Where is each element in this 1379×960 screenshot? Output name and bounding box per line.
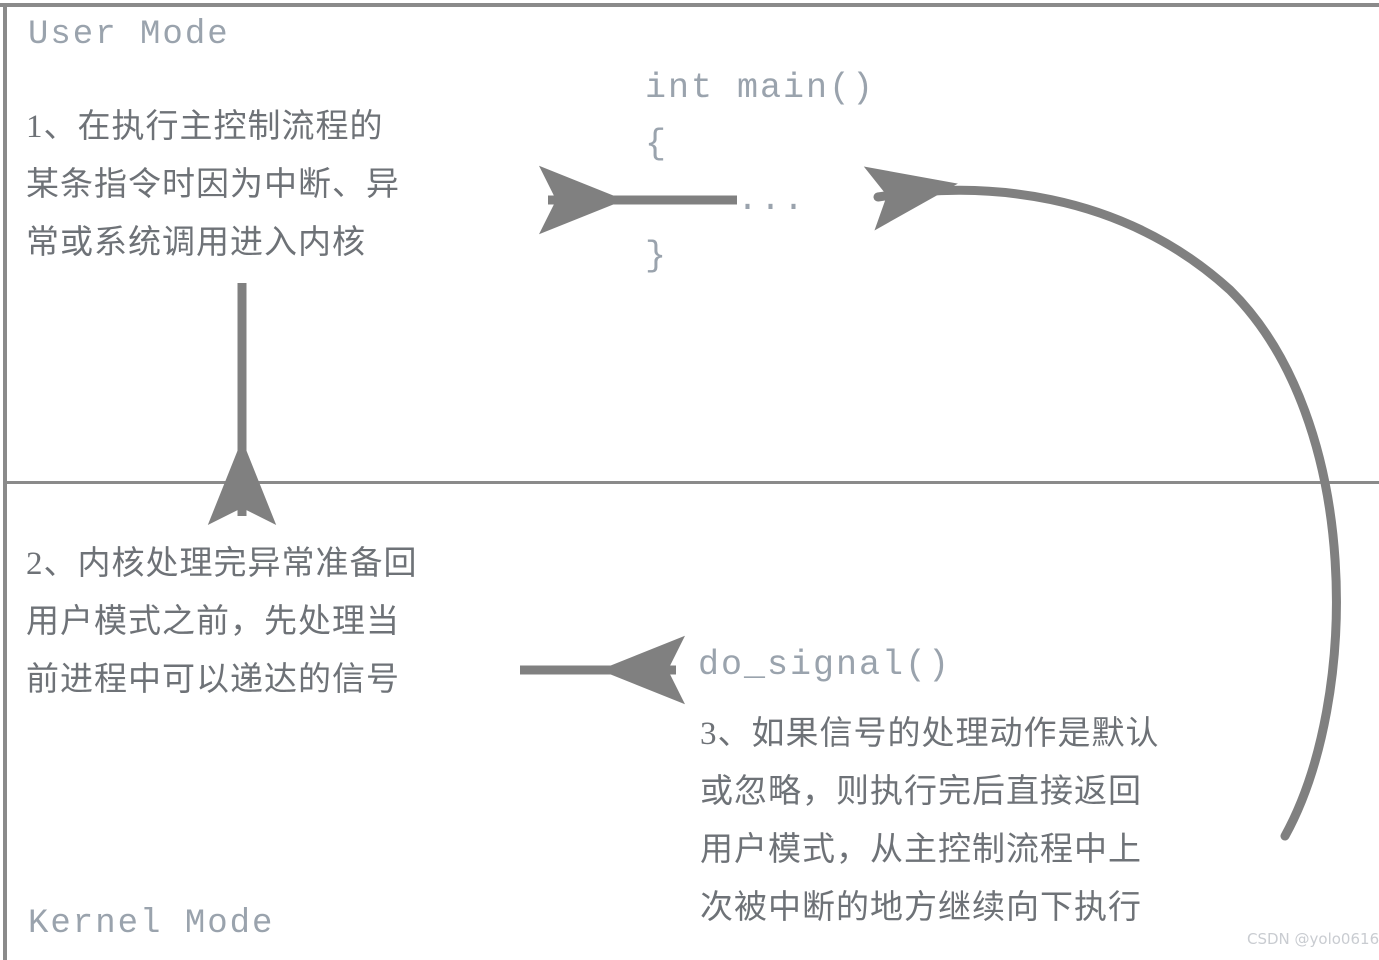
frame-top-border: [0, 3, 1379, 7]
kernel-mode-label: Kernel Mode: [28, 905, 275, 943]
step-2-description: 2、内核处理完异常准备回 用户模式之前，先处理当 前进程中可以递达的信号: [26, 546, 418, 698]
main-function-code: int main() { ... }: [645, 68, 876, 276]
mode-divider-line: [3, 481, 1379, 484]
step-3-description: 3、如果信号的处理动作是默认 或忽略，则执行完后直接返回 用户模式，从主控制流程…: [700, 716, 1160, 926]
csdn-watermark: CSDN @yolo0616: [1247, 930, 1379, 948]
do-signal-function-label: do_signal(): [698, 645, 952, 685]
user-mode-label: User Mode: [28, 16, 230, 54]
diagram-canvas: User Mode Kernel Mode 1、在执行主控制流程的 某条指令时因…: [0, 0, 1379, 960]
step-1-description: 1、在执行主控制流程的 某条指令时因为中断、异 常或系统调用进入内核: [26, 109, 400, 261]
